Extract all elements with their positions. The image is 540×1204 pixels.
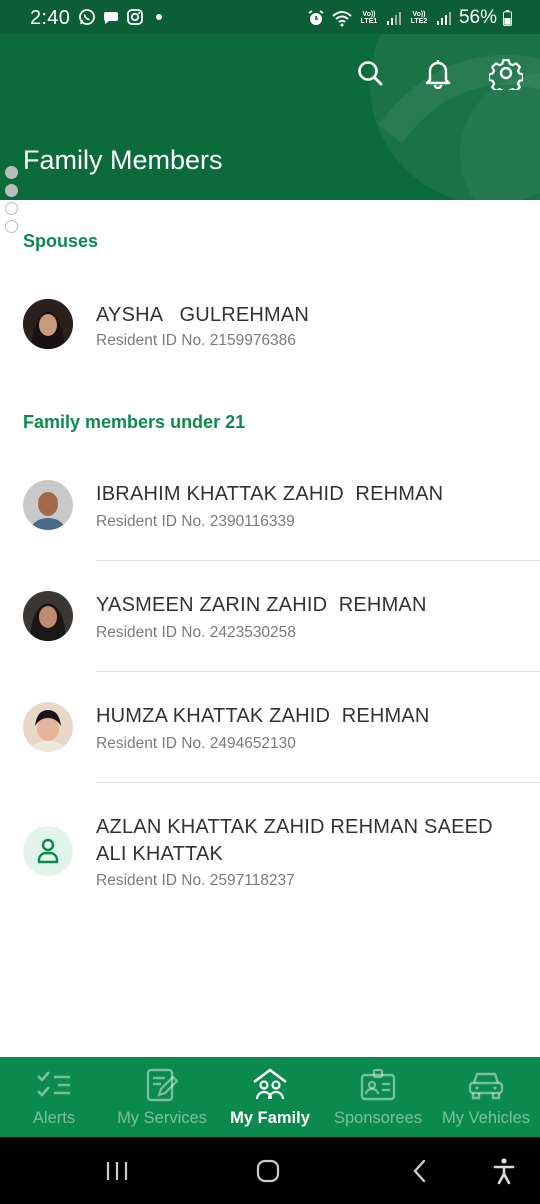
network-label-2: Vo)) LTE2 (410, 11, 428, 25)
spouses-section-title: Spouses (23, 231, 99, 251)
bottom-navigation: Alerts My Services My Family Sponsorees … (0, 1057, 540, 1137)
nav-label: My Services (117, 1109, 207, 1127)
page-dot (5, 166, 18, 179)
instagram-icon (127, 9, 143, 25)
person-outline-icon (37, 838, 59, 864)
back-icon (413, 1159, 426, 1183)
row-divider (96, 560, 540, 561)
person-photo-icon (23, 480, 73, 530)
nav-sponsorees[interactable]: Sponsorees (324, 1057, 432, 1137)
settings-button[interactable] (487, 54, 525, 92)
row-divider (96, 671, 540, 672)
signal-icon-1 (386, 12, 401, 25)
system-navigation-bar (0, 1137, 540, 1204)
family-member-row[interactable]: IBRAHIM KHATTAK ZAHID REHMAN Resident ID… (0, 476, 540, 536)
member-name: AYSHA GULREHMAN (96, 304, 310, 326)
whatsapp-icon (79, 9, 95, 25)
member-name: YASMEEN ZARIN ZAHID REHMAN (96, 594, 427, 616)
notification-icons (78, 8, 168, 26)
accessibility-button[interactable] (486, 1155, 522, 1187)
accessibility-icon (493, 1158, 515, 1185)
nav-alerts[interactable]: Alerts (0, 1057, 108, 1137)
checklist-icon (35, 1067, 73, 1103)
home-icon (256, 1159, 280, 1183)
nav-label: Alerts (32, 1109, 76, 1127)
nav-label: Sponsorees (333, 1109, 423, 1127)
page-dot (5, 184, 18, 197)
family-member-row[interactable]: YASMEEN ZARIN ZAHID REHMAN Resident ID N… (0, 587, 540, 647)
home-button[interactable] (250, 1155, 286, 1187)
status-bar: 2:40 Vo)) LTE1 Vo)) LTE2 56% (0, 0, 540, 34)
person-photo-icon (23, 299, 73, 349)
member-resident-id: Resident ID No. 2159976386 (96, 332, 296, 349)
member-resident-id: Resident ID No. 2597118237 (96, 872, 295, 889)
recent-apps-button[interactable] (99, 1155, 135, 1187)
notifications-button[interactable] (419, 54, 457, 92)
avatar (23, 480, 73, 530)
member-name: AZLAN KHATTAK ZAHID REHMAN SAEED ALI KHA… (96, 816, 493, 865)
row-divider (96, 782, 540, 783)
recent-apps-icon (106, 1162, 128, 1180)
member-name: HUMZA KHATTAK ZAHID REHMAN (96, 705, 430, 727)
car-icon (467, 1067, 505, 1103)
battery-percent: 56% (458, 7, 497, 28)
page-dot (5, 220, 18, 233)
bell-icon (425, 60, 451, 89)
status-right: Vo)) LTE1 Vo)) LTE2 56% (307, 7, 512, 29)
nav-label: My Family (230, 1109, 310, 1127)
chat-icon (103, 12, 118, 24)
page-indicator (5, 166, 19, 238)
nav-my-family[interactable]: My Family (216, 1057, 324, 1137)
spouse-row[interactable]: AYSHA GULREHMAN Resident ID No. 21599763… (0, 295, 540, 355)
nav-label: My Vehicles (441, 1109, 531, 1127)
edit-document-icon (143, 1067, 181, 1103)
person-photo-icon (23, 591, 73, 641)
gear-icon (489, 59, 523, 90)
nav-my-vehicles[interactable]: My Vehicles (432, 1057, 540, 1137)
avatar (23, 826, 73, 876)
family-member-row[interactable]: HUMZA KHATTAK ZAHID REHMAN Resident ID N… (0, 698, 540, 758)
avatar (23, 702, 73, 752)
id-card-icon (359, 1067, 397, 1103)
page-title: Family Members (23, 145, 223, 175)
search-icon (358, 61, 383, 86)
app-header: Family Members (0, 34, 540, 200)
page-dot (5, 202, 18, 215)
member-resident-id: Resident ID No. 2423530258 (96, 624, 296, 641)
signal-icon-2 (436, 12, 451, 25)
member-resident-id: Resident ID No. 2494652130 (96, 735, 296, 752)
member-resident-id: Resident ID No. 2390116339 (96, 513, 295, 530)
family-home-icon (251, 1067, 289, 1103)
alarm-icon (308, 10, 324, 25)
nav-my-services[interactable]: My Services (108, 1057, 216, 1137)
family-member-row[interactable]: AZLAN KHATTAK ZAHID REHMAN SAEED ALI KHA… (0, 814, 540, 894)
children-section-title: Family members under 21 (23, 412, 246, 432)
status-time: 2:40 (30, 7, 71, 29)
member-name: IBRAHIM KHATTAK ZAHID REHMAN (96, 483, 444, 505)
network-label-1: Vo)) LTE1 (360, 11, 378, 25)
search-button[interactable] (351, 54, 389, 92)
battery-icon (503, 10, 512, 26)
person-photo-icon (23, 702, 73, 752)
more-notifications-dot-icon (156, 14, 162, 20)
wifi-icon (332, 11, 352, 27)
avatar (23, 591, 73, 641)
back-button[interactable] (402, 1155, 438, 1187)
avatar (23, 299, 73, 349)
